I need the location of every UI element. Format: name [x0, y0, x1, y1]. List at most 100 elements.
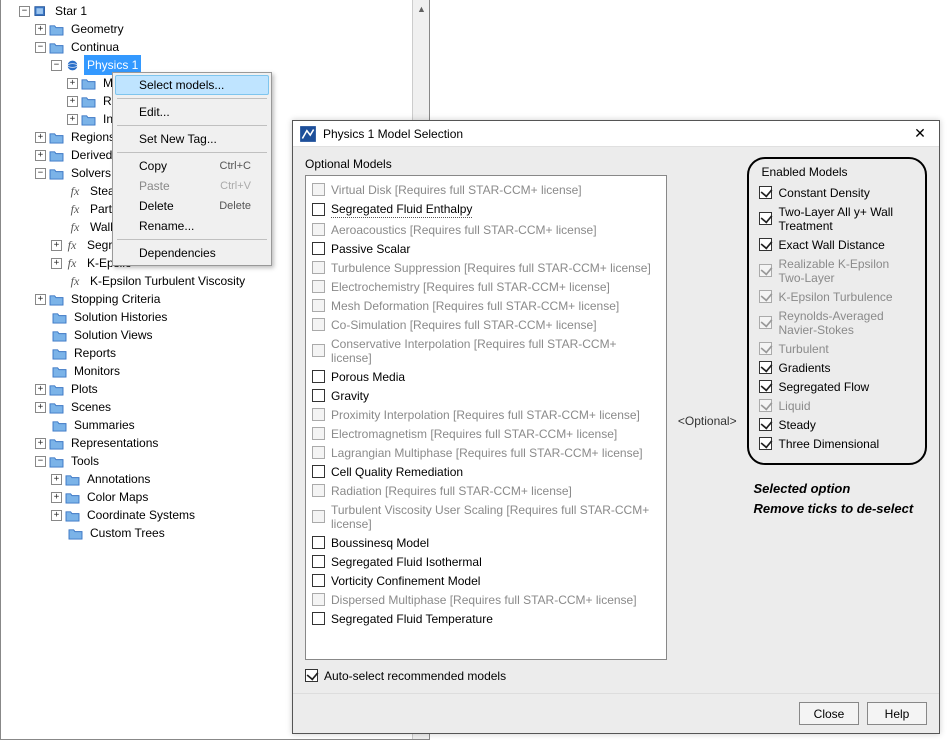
tree-coordsys[interactable]: Coordinate Systems	[84, 505, 198, 525]
folder-icon	[48, 453, 64, 469]
model-checkbox[interactable]	[312, 242, 325, 255]
expand-toggle[interactable]: +	[51, 240, 62, 251]
folder-icon	[51, 363, 67, 379]
license-requirement: [Requires full STAR-CCM+ license]	[391, 183, 581, 197]
expand-toggle[interactable]: −	[19, 6, 30, 17]
optional-models-list[interactable]: Virtual Disk [Requires full STAR-CCM+ li…	[305, 175, 667, 660]
model-checkbox[interactable]	[759, 437, 772, 450]
tree-customtrees[interactable]: Custom Trees	[87, 523, 168, 543]
tree-annotations[interactable]: Annotations	[84, 469, 153, 489]
tree-solhist[interactable]: Solution Histories	[71, 307, 170, 327]
expand-toggle[interactable]: +	[35, 438, 46, 449]
tree-represent[interactable]: Representations	[68, 433, 161, 453]
optional-model-row[interactable]: Segregated Fluid Temperature	[312, 609, 660, 628]
tree-summaries[interactable]: Summaries	[71, 415, 138, 435]
optional-model-row: Dispersed Multiphase [Requires full STAR…	[312, 590, 660, 609]
menu-select-models[interactable]: Select models...	[115, 75, 269, 95]
optional-model-row[interactable]: Segregated Fluid Isothermal	[312, 552, 660, 571]
expand-toggle[interactable]: +	[35, 24, 46, 35]
optional-model-row[interactable]: Porous Media	[312, 367, 660, 386]
fx-icon: fx	[64, 236, 80, 254]
model-label: Radiation [Requires full STAR-CCM+ licen…	[331, 484, 572, 498]
folder-icon	[51, 327, 67, 343]
expand-toggle[interactable]: +	[51, 474, 62, 485]
menu-rename[interactable]: Rename...	[115, 216, 269, 236]
expand-toggle[interactable]: +	[51, 492, 62, 503]
model-checkbox[interactable]	[759, 380, 772, 393]
auto-select-row[interactable]: Auto-select recommended models	[305, 666, 667, 685]
close-icon[interactable]: ✕	[905, 123, 935, 145]
optional-model-row[interactable]: Gravity	[312, 386, 660, 405]
expand-toggle[interactable]: +	[67, 96, 78, 107]
menu-dependencies[interactable]: Dependencies	[115, 243, 269, 263]
optional-model-row: Electrochemistry [Requires full STAR-CCM…	[312, 277, 660, 296]
expand-toggle[interactable]: +	[51, 258, 62, 269]
tree-plots[interactable]: Plots	[68, 379, 101, 399]
model-checkbox[interactable]	[312, 536, 325, 549]
enabled-model-row[interactable]: Three Dimensional	[759, 434, 917, 453]
model-checkbox[interactable]	[759, 238, 772, 251]
enabled-models-list[interactable]: Constant DensityTwo-Layer All y+ Wall Tr…	[759, 183, 917, 453]
enabled-model-row[interactable]: Segregated Flow	[759, 377, 917, 396]
tree-solviews[interactable]: Solution Views	[71, 325, 156, 345]
close-button[interactable]: Close	[799, 702, 859, 725]
menu-delete[interactable]: DeleteDelete	[115, 196, 269, 216]
tree-regions[interactable]: Regions	[68, 127, 118, 147]
tree-reports[interactable]: Reports	[71, 343, 119, 363]
help-button[interactable]: Help	[867, 702, 927, 725]
menu-set-new-tag[interactable]: Set New Tag...	[115, 129, 269, 149]
dialog-titlebar[interactable]: Physics 1 Model Selection ✕	[293, 121, 939, 147]
sim-icon	[32, 3, 48, 19]
enabled-model-row[interactable]: Two-Layer All y+ Wall Treatment	[759, 202, 917, 235]
menu-edit[interactable]: Edit...	[115, 102, 269, 122]
expand-toggle[interactable]: −	[35, 456, 46, 467]
model-checkbox[interactable]	[759, 361, 772, 374]
model-checkbox[interactable]	[312, 465, 325, 478]
model-checkbox[interactable]	[312, 555, 325, 568]
tree-root[interactable]: Star 1	[52, 1, 90, 21]
expand-toggle[interactable]: +	[35, 132, 46, 143]
model-checkbox[interactable]	[312, 612, 325, 625]
model-checkbox[interactable]	[759, 212, 772, 225]
expand-toggle[interactable]: +	[67, 114, 78, 125]
model-checkbox[interactable]	[312, 574, 325, 587]
auto-select-checkbox[interactable]	[305, 669, 318, 682]
model-checkbox[interactable]	[759, 186, 772, 199]
model-checkbox[interactable]	[312, 389, 325, 402]
expand-toggle[interactable]: +	[51, 510, 62, 521]
model-checkbox	[312, 261, 325, 274]
tree-colormaps[interactable]: Color Maps	[84, 487, 151, 507]
model-checkbox[interactable]	[759, 418, 772, 431]
optional-model-row[interactable]: Vorticity Confinement Model	[312, 571, 660, 590]
tree-solver-item[interactable]: K-Epsilon Turbulent Viscosity	[87, 271, 248, 291]
tree-monitors[interactable]: Monitors	[71, 361, 123, 381]
enabled-model-row[interactable]: Gradients	[759, 358, 917, 377]
enabled-model-row[interactable]: Constant Density	[759, 183, 917, 202]
tree-scenes[interactable]: Scenes	[68, 397, 114, 417]
tree-geometry[interactable]: Geometry	[68, 19, 127, 39]
menu-copy[interactable]: CopyCtrl+C	[115, 156, 269, 176]
tree-stopping[interactable]: Stopping Criteria	[68, 289, 163, 309]
model-checkbox	[759, 316, 772, 329]
model-checkbox[interactable]	[312, 370, 325, 383]
optional-model-row: Co-Simulation [Requires full STAR-CCM+ l…	[312, 315, 660, 334]
scroll-up-icon[interactable]: ▲	[413, 0, 430, 17]
expand-toggle[interactable]: −	[35, 168, 46, 179]
optional-model-row[interactable]: Cell Quality Remediation	[312, 462, 660, 481]
expand-toggle[interactable]: +	[35, 150, 46, 161]
expand-toggle[interactable]: +	[35, 294, 46, 305]
tree-solvers[interactable]: Solvers	[68, 163, 114, 183]
optional-model-row[interactable]: Boussinesq Model	[312, 533, 660, 552]
optional-model-row[interactable]: Passive Scalar	[312, 239, 660, 258]
expand-toggle[interactable]: +	[35, 402, 46, 413]
tree-tools[interactable]: Tools	[68, 451, 102, 471]
expand-toggle[interactable]: +	[67, 78, 78, 89]
enabled-model-row[interactable]: Steady	[759, 415, 917, 434]
expand-toggle[interactable]: −	[35, 42, 46, 53]
enabled-model-row[interactable]: Exact Wall Distance	[759, 235, 917, 254]
expand-toggle[interactable]: +	[35, 384, 46, 395]
model-checkbox[interactable]	[312, 203, 325, 216]
expand-toggle[interactable]: −	[51, 60, 62, 71]
tree-continua[interactable]: Continua	[68, 37, 122, 57]
optional-model-row[interactable]: Segregated Fluid Enthalpy	[312, 199, 660, 220]
